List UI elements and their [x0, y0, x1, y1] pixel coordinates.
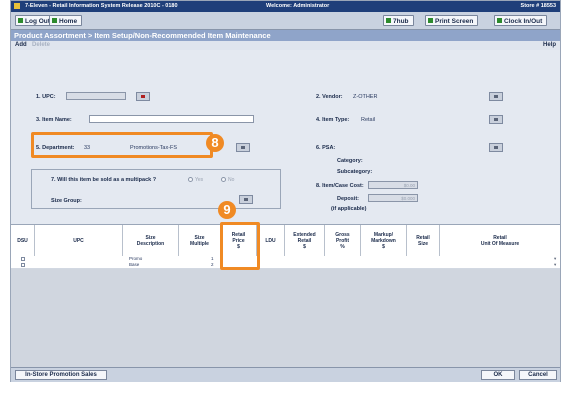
- retail-price-highlight: [220, 222, 260, 270]
- 7hub-label: 7hub: [393, 18, 409, 25]
- dsu-checkbox[interactable]: [21, 263, 25, 267]
- multipack-no-radio[interactable]: [221, 177, 226, 182]
- lookup-icon: [494, 95, 498, 98]
- vendor-lookup-button[interactable]: [489, 92, 503, 101]
- size-description-cell: Base: [129, 262, 140, 267]
- item-name-input[interactable]: [89, 115, 254, 123]
- lookup-icon: [494, 118, 498, 121]
- app-title: 7-Eleven - Retail Information System Rel…: [25, 3, 178, 9]
- multipack-no-label: No: [228, 177, 235, 183]
- breadcrumb-text: Product Assortment > Item Setup/Non-Reco…: [14, 31, 271, 40]
- item-type-label: 4. Item Type:: [316, 117, 350, 123]
- grid-empty-area: [11, 269, 560, 367]
- col-size-description[interactable]: Size Description: [123, 225, 179, 256]
- item-form: 1. UPC: 2. Vendor: Z-OTHER 3. Item Name:…: [11, 50, 560, 224]
- action-menu: Add Delete Help: [11, 41, 560, 50]
- 7hub-button[interactable]: 7hub: [383, 15, 414, 26]
- callout-badge-9: 9: [218, 201, 236, 219]
- breadcrumb: Product Assortment > Item Setup/Non-Reco…: [11, 30, 560, 41]
- vendor-label: 2. Vendor:: [316, 94, 343, 100]
- size-multiple-cell: 2: [211, 262, 214, 267]
- print-screen-button[interactable]: Print Screen: [425, 15, 479, 26]
- deposit-input[interactable]: $0.000: [368, 194, 418, 202]
- green-square-icon: [18, 18, 23, 23]
- size-group-label: Size Group:: [51, 198, 82, 204]
- col-ldu[interactable]: LDU: [257, 225, 285, 256]
- clock-label: Clock In/Out: [504, 18, 543, 25]
- subcategory-label: Subcategory:: [337, 169, 373, 175]
- col-upc[interactable]: UPC: [35, 225, 123, 256]
- col-size-multiple[interactable]: Size Multiple: [179, 225, 221, 256]
- delete-link[interactable]: Delete: [32, 41, 50, 50]
- col-markup-markdown[interactable]: Markup/ Markdown $: [361, 225, 407, 256]
- col-extended-retail[interactable]: Extended Retail $: [285, 225, 325, 256]
- col-gross-profit[interactable]: Gross Profit %: [325, 225, 361, 256]
- title-bar: 7-Eleven - Retail Information System Rel…: [11, 1, 560, 12]
- callout-badge-8: 8: [206, 134, 224, 152]
- col-dsu[interactable]: DSU: [11, 225, 35, 256]
- item-type-button[interactable]: [489, 115, 503, 124]
- green-square-icon: [497, 18, 502, 23]
- in-store-promotion-sales-button[interactable]: In-Store Promotion Sales: [15, 370, 107, 380]
- green-square-icon: [52, 18, 57, 23]
- upc-input[interactable]: [66, 92, 126, 100]
- green-square-icon: [428, 18, 433, 23]
- case-cost-label: 8. Item/Case Cost:: [316, 183, 364, 189]
- home-button[interactable]: Home: [49, 15, 83, 26]
- department-highlight: [31, 132, 213, 158]
- department-lookup-button[interactable]: [236, 143, 250, 152]
- case-cost-input[interactable]: $0.00: [368, 181, 418, 189]
- grid-header: DSU UPC Size Description Size Multiple R…: [11, 224, 560, 257]
- item-name-label: 3. Item Name:: [36, 117, 72, 123]
- size-group-button[interactable]: [239, 195, 253, 204]
- store-number: Store # 18553: [520, 3, 556, 9]
- table-row[interactable]: Base 2 ▾: [11, 262, 560, 269]
- deposit-placeholder: $0.000: [401, 196, 415, 201]
- deposit-label: Deposit:: [337, 196, 359, 202]
- ok-button[interactable]: OK: [481, 370, 515, 380]
- green-square-icon: [386, 18, 391, 23]
- clock-in-out-button[interactable]: Clock In/Out: [494, 15, 548, 26]
- deposit-note: (if applicable): [331, 206, 367, 212]
- lookup-icon: [241, 146, 245, 149]
- vendor-value: Z-OTHER: [353, 94, 378, 100]
- col-retail-uom[interactable]: Retail Unit Of Measure: [440, 225, 560, 256]
- cancel-button[interactable]: Cancel: [519, 370, 557, 380]
- print-screen-label: Print Screen: [435, 18, 474, 25]
- multipack-question: 7. Will this item be sold as a multipack…: [51, 177, 157, 183]
- multipack-yes-label: Yes: [195, 177, 204, 183]
- lookup-icon: [494, 146, 498, 149]
- logout-label: Log Out: [25, 18, 50, 25]
- item-type-value: Retail: [361, 117, 376, 123]
- multipack-yes-radio[interactable]: [188, 177, 193, 182]
- lookup-icon: [244, 198, 248, 201]
- lookup-icon: [141, 95, 145, 98]
- add-link[interactable]: Add: [15, 41, 27, 50]
- col-retail-size[interactable]: Retail Size: [407, 225, 440, 256]
- toolbar: Log Out Home 7hub Print Screen Clock In/…: [11, 12, 560, 30]
- scroll-arrow-icon[interactable]: ▾: [554, 262, 556, 268]
- category-label: Category:: [337, 158, 363, 164]
- psa-label: 6. PSA:: [316, 145, 336, 151]
- upc-label: 1. UPC:: [36, 94, 56, 100]
- psa-lookup-button[interactable]: [489, 143, 503, 152]
- welcome-text: Welcome: Administrator: [266, 3, 330, 9]
- upc-lookup-button[interactable]: [136, 92, 150, 101]
- app-window: 7-Eleven - Retail Information System Rel…: [10, 0, 561, 382]
- dsu-checkbox[interactable]: [21, 257, 25, 261]
- app-logo-icon: [14, 3, 20, 9]
- case-cost-placeholder: $0.00: [403, 183, 415, 188]
- home-label: Home: [59, 18, 78, 25]
- help-link[interactable]: Help: [543, 41, 556, 50]
- footer-bar: In-Store Promotion Sales OK Cancel: [11, 367, 560, 382]
